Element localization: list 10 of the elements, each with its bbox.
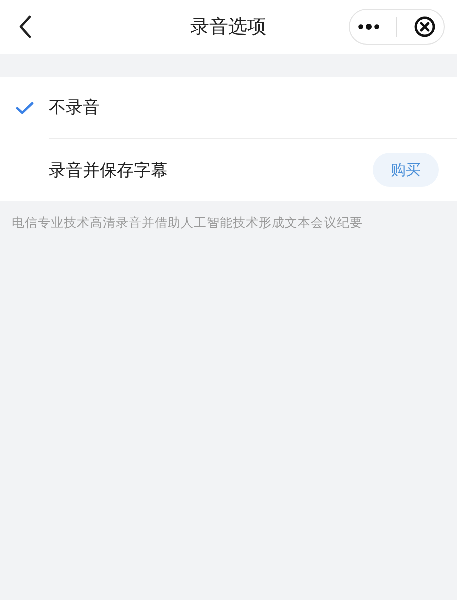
option-label: 不录音 <box>49 97 100 119</box>
check-icon <box>16 102 34 114</box>
close-icon[interactable] <box>414 16 436 38</box>
page-title: 录音选项 <box>190 15 266 40</box>
back-icon[interactable] <box>18 15 32 39</box>
option-row[interactable]: 录音并保存字幕 购买 <box>0 139 457 201</box>
option-row[interactable]: 不录音 <box>0 77 457 139</box>
more-icon[interactable] <box>358 24 380 30</box>
description-text: 电信专业技术高清录音并借助人工智能技术形成文本会议纪要 <box>12 215 364 232</box>
option-label: 录音并保存字幕 <box>49 160 168 182</box>
